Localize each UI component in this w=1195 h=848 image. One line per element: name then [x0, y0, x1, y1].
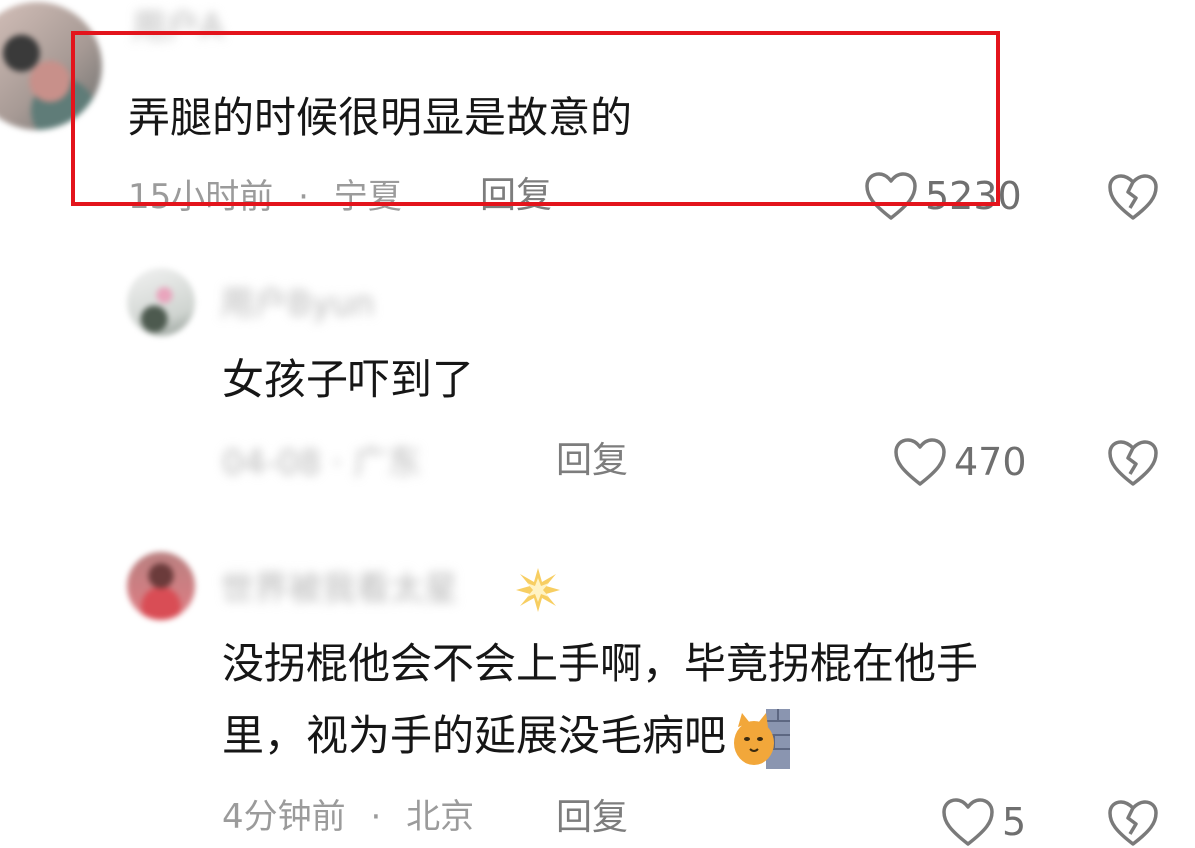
like-button[interactable]: 5230	[863, 170, 1022, 222]
heart-outline-icon	[865, 172, 917, 220]
peeking-cat-emoji	[734, 708, 792, 769]
comment-location: 北京	[406, 797, 475, 837]
comment-text-line-2-content: 里，视为手的延展没毛病吧	[222, 711, 727, 760]
reply-button[interactable]: 回复	[556, 800, 628, 836]
username[interactable]: 用户A	[132, 10, 223, 44]
broken-heart-icon[interactable]	[1106, 438, 1160, 488]
meta-separator: ·	[298, 177, 309, 217]
comment-meta: 15小时前 · 宁夏	[128, 180, 402, 214]
reply-button[interactable]: 回复	[480, 178, 552, 214]
comment-time: 4分钟前	[222, 797, 346, 837]
like-count: 5230	[925, 174, 1022, 218]
like-button[interactable]: 470	[892, 436, 1027, 488]
comment-text-line-1: 没拐棍他会不会上手啊，毕竟拐棍在他手	[222, 639, 979, 688]
comment-meta: 04-08 · 广东	[222, 443, 422, 483]
avatar[interactable]	[127, 268, 195, 336]
username[interactable]: 用户Byun	[220, 287, 375, 321]
comment-text-line-2: 里，视为手的延展没毛病吧	[222, 708, 792, 769]
comment-meta: 4分钟前 · 北京	[222, 800, 474, 834]
comment-text: 弄腿的时候很明显是故意的	[128, 93, 633, 142]
avatar[interactable]	[0, 2, 102, 130]
avatar[interactable]	[127, 552, 195, 620]
broken-heart-icon[interactable]	[1106, 798, 1160, 848]
comment-location: 宁夏	[333, 177, 402, 217]
broken-heart-icon[interactable]	[1106, 172, 1160, 222]
username[interactable]: 世界被我看太星	[220, 572, 458, 606]
reply-button[interactable]: 回复	[556, 443, 628, 479]
heart-outline-icon	[942, 798, 994, 846]
comment-time: 15小时前	[128, 177, 274, 217]
collision-burst-icon	[516, 568, 560, 612]
like-button[interactable]: 5	[940, 796, 1026, 848]
meta-separator: ·	[370, 797, 382, 837]
like-count: 5	[1002, 800, 1027, 844]
comment-text: 女孩子吓到了	[222, 355, 475, 404]
like-count: 470	[954, 440, 1027, 484]
heart-outline-icon	[894, 438, 946, 486]
